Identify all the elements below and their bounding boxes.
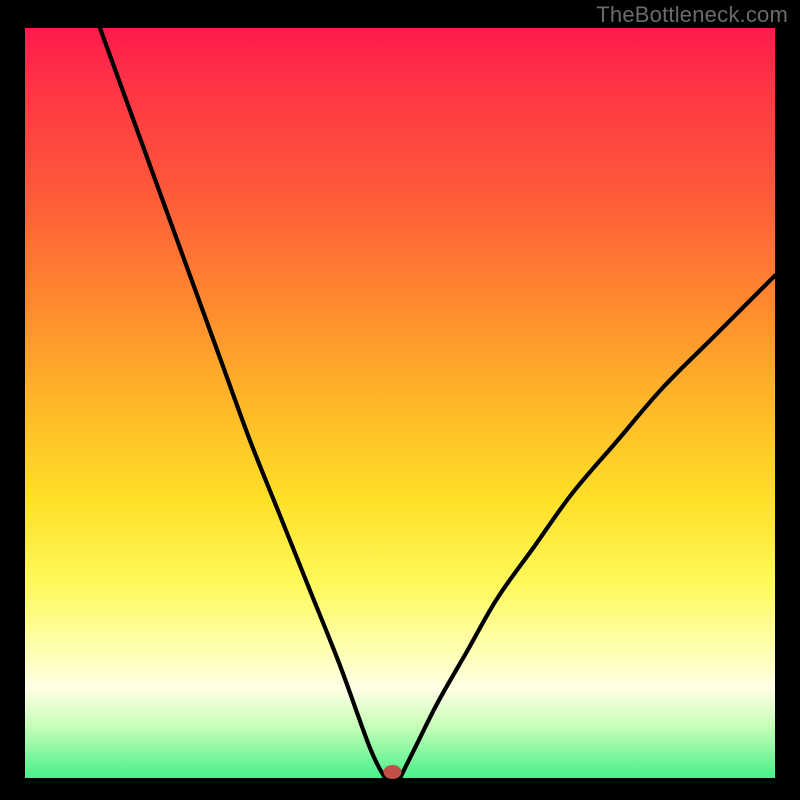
- chart-frame: TheBottleneck.com: [0, 0, 800, 800]
- curve-right: [400, 276, 775, 779]
- bottleneck-marker: [384, 765, 402, 779]
- watermark-text: TheBottleneck.com: [596, 2, 788, 28]
- curve-layer: [25, 28, 775, 778]
- curve-left: [100, 28, 385, 778]
- plot-area: [25, 28, 775, 778]
